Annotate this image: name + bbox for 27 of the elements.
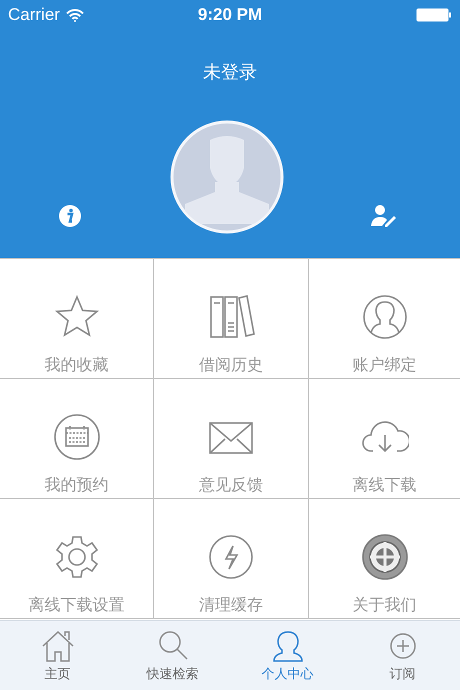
- menu-tile[interactable]: 离线下载设置: [0, 499, 154, 619]
- calendar-icon: [52, 413, 100, 461]
- menu-tile[interactable]: 我的预约: [0, 379, 154, 499]
- emblem-icon: [360, 533, 408, 581]
- lightning-icon: [207, 533, 255, 581]
- wifi-icon: [66, 8, 84, 22]
- menu-tile[interactable]: 离线下载: [309, 379, 460, 499]
- edit-profile-icon[interactable]: [371, 204, 397, 228]
- tab-bar-item[interactable]: 个人中心: [230, 621, 345, 690]
- menu-tile[interactable]: 我的收藏: [0, 259, 154, 379]
- menu-tile[interactable]: 借阅历史: [154, 259, 309, 379]
- menu-tile[interactable]: 关于我们: [309, 499, 460, 619]
- menu-tile[interactable]: 清理缓存: [154, 499, 309, 619]
- home-icon: [40, 629, 74, 663]
- books-icon: [207, 293, 255, 341]
- tab-bar-item[interactable]: 快速检索: [115, 621, 230, 690]
- carrier-label: Carrier: [8, 5, 60, 25]
- battery-icon: [416, 8, 452, 22]
- menu-tile[interactable]: 账户绑定: [309, 259, 460, 379]
- user-icon: [360, 293, 408, 341]
- login-status-title: 未登录: [203, 61, 257, 84]
- user-icon: [270, 629, 304, 663]
- status-time: 9:20 PM: [198, 5, 262, 25]
- tab-bar-item[interactable]: 主页: [0, 621, 115, 690]
- info-icon[interactable]: [58, 204, 82, 228]
- menu-tile[interactable]: 意见反馈: [154, 379, 309, 499]
- tab-bar-item[interactable]: 订阅: [345, 621, 460, 690]
